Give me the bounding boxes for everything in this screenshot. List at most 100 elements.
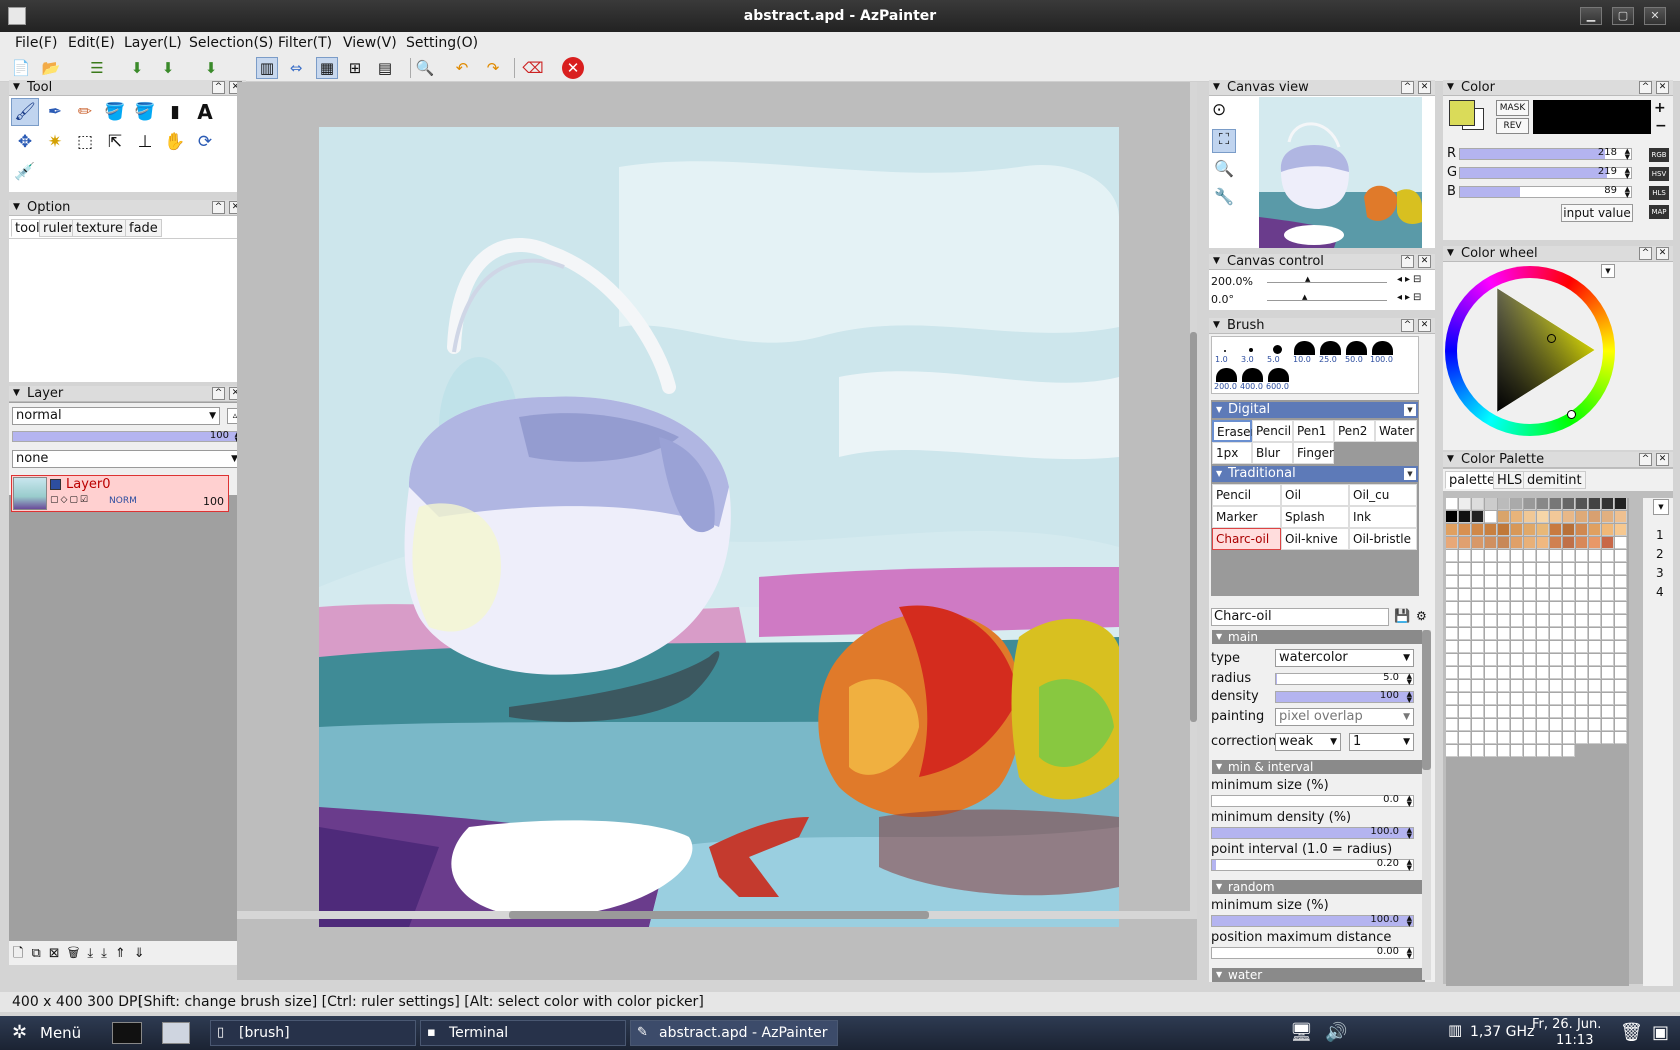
palette-swatch[interactable] — [1576, 628, 1588, 640]
brush-size-item[interactable]: 10.0 — [1292, 339, 1316, 366]
palette-swatch[interactable] — [1498, 706, 1510, 718]
palette-swatch[interactable] — [1615, 537, 1627, 549]
palette-swatch[interactable] — [1537, 511, 1549, 523]
palette-grid[interactable] — [1446, 498, 1629, 986]
palette-page-1[interactable]: 1 — [1656, 528, 1664, 542]
palette-swatch[interactable] — [1589, 563, 1601, 575]
palette-swatch[interactable] — [1537, 615, 1549, 627]
palette-swatch[interactable] — [1550, 641, 1562, 653]
layer-action-icons[interactable]: 🗋⧉⊠🗑⤓⤓⇑⇓ — [13, 944, 153, 966]
brush-size-item[interactable]: 600.0 — [1266, 366, 1292, 393]
start-menu-button[interactable]: ✲ Menü — [6, 1021, 81, 1045]
palette-swatch[interactable] — [1537, 693, 1549, 705]
palette-swatch[interactable] — [1576, 511, 1588, 523]
palette-swatch[interactable] — [1550, 732, 1562, 744]
palette-swatch[interactable] — [1550, 537, 1562, 549]
canvas-painting[interactable] — [319, 127, 1119, 927]
rotate-tool-icon[interactable]: ⟳ — [191, 128, 219, 156]
palette-swatch[interactable] — [1472, 563, 1484, 575]
palette-swatch[interactable] — [1472, 511, 1484, 523]
palette-swatch[interactable] — [1589, 667, 1601, 679]
palette-swatch[interactable] — [1485, 719, 1497, 731]
palette-swatch[interactable] — [1446, 524, 1458, 536]
palette-swatch[interactable] — [1446, 537, 1458, 549]
palette-swatch[interactable] — [1550, 745, 1562, 757]
palette-swatch[interactable] — [1472, 589, 1484, 601]
palette-swatch[interactable] — [1498, 524, 1510, 536]
palette-swatch[interactable] — [1472, 719, 1484, 731]
group-menu-icon[interactable]: ▼ — [1404, 468, 1416, 480]
palette-swatch[interactable] — [1485, 550, 1497, 562]
palette-swatch[interactable] — [1446, 511, 1458, 523]
palette-swatch[interactable] — [1498, 745, 1510, 757]
menu-filter[interactable]: Filter(T) — [278, 35, 332, 51]
palette-swatch[interactable] — [1511, 537, 1523, 549]
palette-swatch[interactable] — [1537, 589, 1549, 601]
fill-erase-tool-icon[interactable]: 🪣 — [131, 98, 159, 126]
palette-swatch[interactable] — [1472, 615, 1484, 627]
palette-swatch[interactable] — [1524, 576, 1536, 588]
menu-edit[interactable]: Edit(E) — [68, 35, 115, 51]
palette-swatch[interactable] — [1602, 628, 1614, 640]
foreground-color-swatch[interactable] — [1449, 100, 1475, 126]
correction-select[interactable]: weak ▼ — [1275, 733, 1341, 751]
float-icon[interactable]: ^ — [1401, 81, 1414, 94]
palette-swatch[interactable] — [1576, 719, 1588, 731]
palette-swatch[interactable] — [1550, 667, 1562, 679]
palette-swatch[interactable] — [1563, 654, 1575, 666]
palette-swatch[interactable] — [1511, 524, 1523, 536]
palette-swatch[interactable] — [1550, 615, 1562, 627]
palette-swatch[interactable] — [1511, 706, 1523, 718]
palette-swatch[interactable] — [1446, 732, 1458, 744]
dot-pen-tool-icon[interactable]: ✒ — [41, 98, 69, 126]
palette-swatch[interactable] — [1511, 667, 1523, 679]
brush-digital-pen1[interactable]: Pen1 — [1293, 420, 1334, 442]
tab-palette[interactable]: palette — [1445, 471, 1500, 489]
palette-swatch[interactable] — [1602, 511, 1614, 523]
palette-swatch[interactable] — [1524, 628, 1536, 640]
mask-color-list[interactable] — [1533, 100, 1651, 134]
palette-swatch[interactable] — [1589, 550, 1601, 562]
brush-trad-splash[interactable]: Splash — [1281, 506, 1349, 528]
stamp-tool-icon[interactable]: ⊥ — [131, 128, 159, 156]
task-brush[interactable]: ▯ [brush] — [210, 1020, 416, 1046]
recent-files-icon[interactable]: ☰ — [86, 57, 108, 79]
close-panel-icon[interactable]: ✕ — [1418, 319, 1431, 332]
palette-swatch[interactable] — [1524, 589, 1536, 601]
palette-swatch[interactable] — [1550, 498, 1562, 510]
palette-swatch[interactable] — [1524, 524, 1536, 536]
maximize-button[interactable]: ▢ — [1612, 7, 1634, 25]
zoom-fit-icon[interactable]: ⊙ — [1212, 100, 1226, 120]
cut-paste-tool-icon[interactable]: ⇱ — [101, 128, 129, 156]
float-icon[interactable]: ^ — [1639, 247, 1652, 260]
network-icon[interactable]: 🖥 — [1290, 1022, 1313, 1043]
palette-swatch[interactable] — [1602, 537, 1614, 549]
brush-group-digital[interactable]: ▼ Digital ▼ — [1212, 402, 1418, 418]
palette-swatch[interactable] — [1576, 563, 1588, 575]
palette-swatch[interactable] — [1498, 732, 1510, 744]
tab-texture[interactable]: texture — [72, 219, 127, 237]
palette-swatch[interactable] — [1576, 641, 1588, 653]
layer-name[interactable]: Layer0 — [66, 477, 111, 492]
palette-swatch[interactable] — [1589, 524, 1601, 536]
palette-swatch[interactable] — [1589, 511, 1601, 523]
volume-icon[interactable]: 🔊 — [1325, 1022, 1347, 1043]
palette-swatch[interactable] — [1537, 680, 1549, 692]
palette-swatch[interactable] — [1485, 498, 1497, 510]
palette-swatch[interactable] — [1459, 576, 1471, 588]
palette-swatch[interactable] — [1537, 498, 1549, 510]
palette-swatch[interactable] — [1615, 511, 1627, 523]
palette-swatch[interactable] — [1589, 628, 1601, 640]
palette-swatch[interactable] — [1459, 537, 1471, 549]
palette-swatch[interactable] — [1615, 524, 1627, 536]
palette-swatch[interactable] — [1563, 550, 1575, 562]
palette-swatch[interactable] — [1576, 667, 1588, 679]
palette-swatch[interactable] — [1472, 628, 1484, 640]
terminal-launcher-icon[interactable] — [112, 1022, 142, 1044]
palette-swatch[interactable] — [1498, 693, 1510, 705]
palette-swatch[interactable] — [1459, 745, 1471, 757]
palette-swatch[interactable] — [1563, 719, 1575, 731]
brush-trad-charc-oil[interactable]: Charc-oil — [1212, 528, 1281, 550]
layer-item-layer0[interactable]: Layer0 ▢◇▢☑ NORM 100 — [11, 475, 229, 512]
palette-swatch[interactable] — [1576, 654, 1588, 666]
